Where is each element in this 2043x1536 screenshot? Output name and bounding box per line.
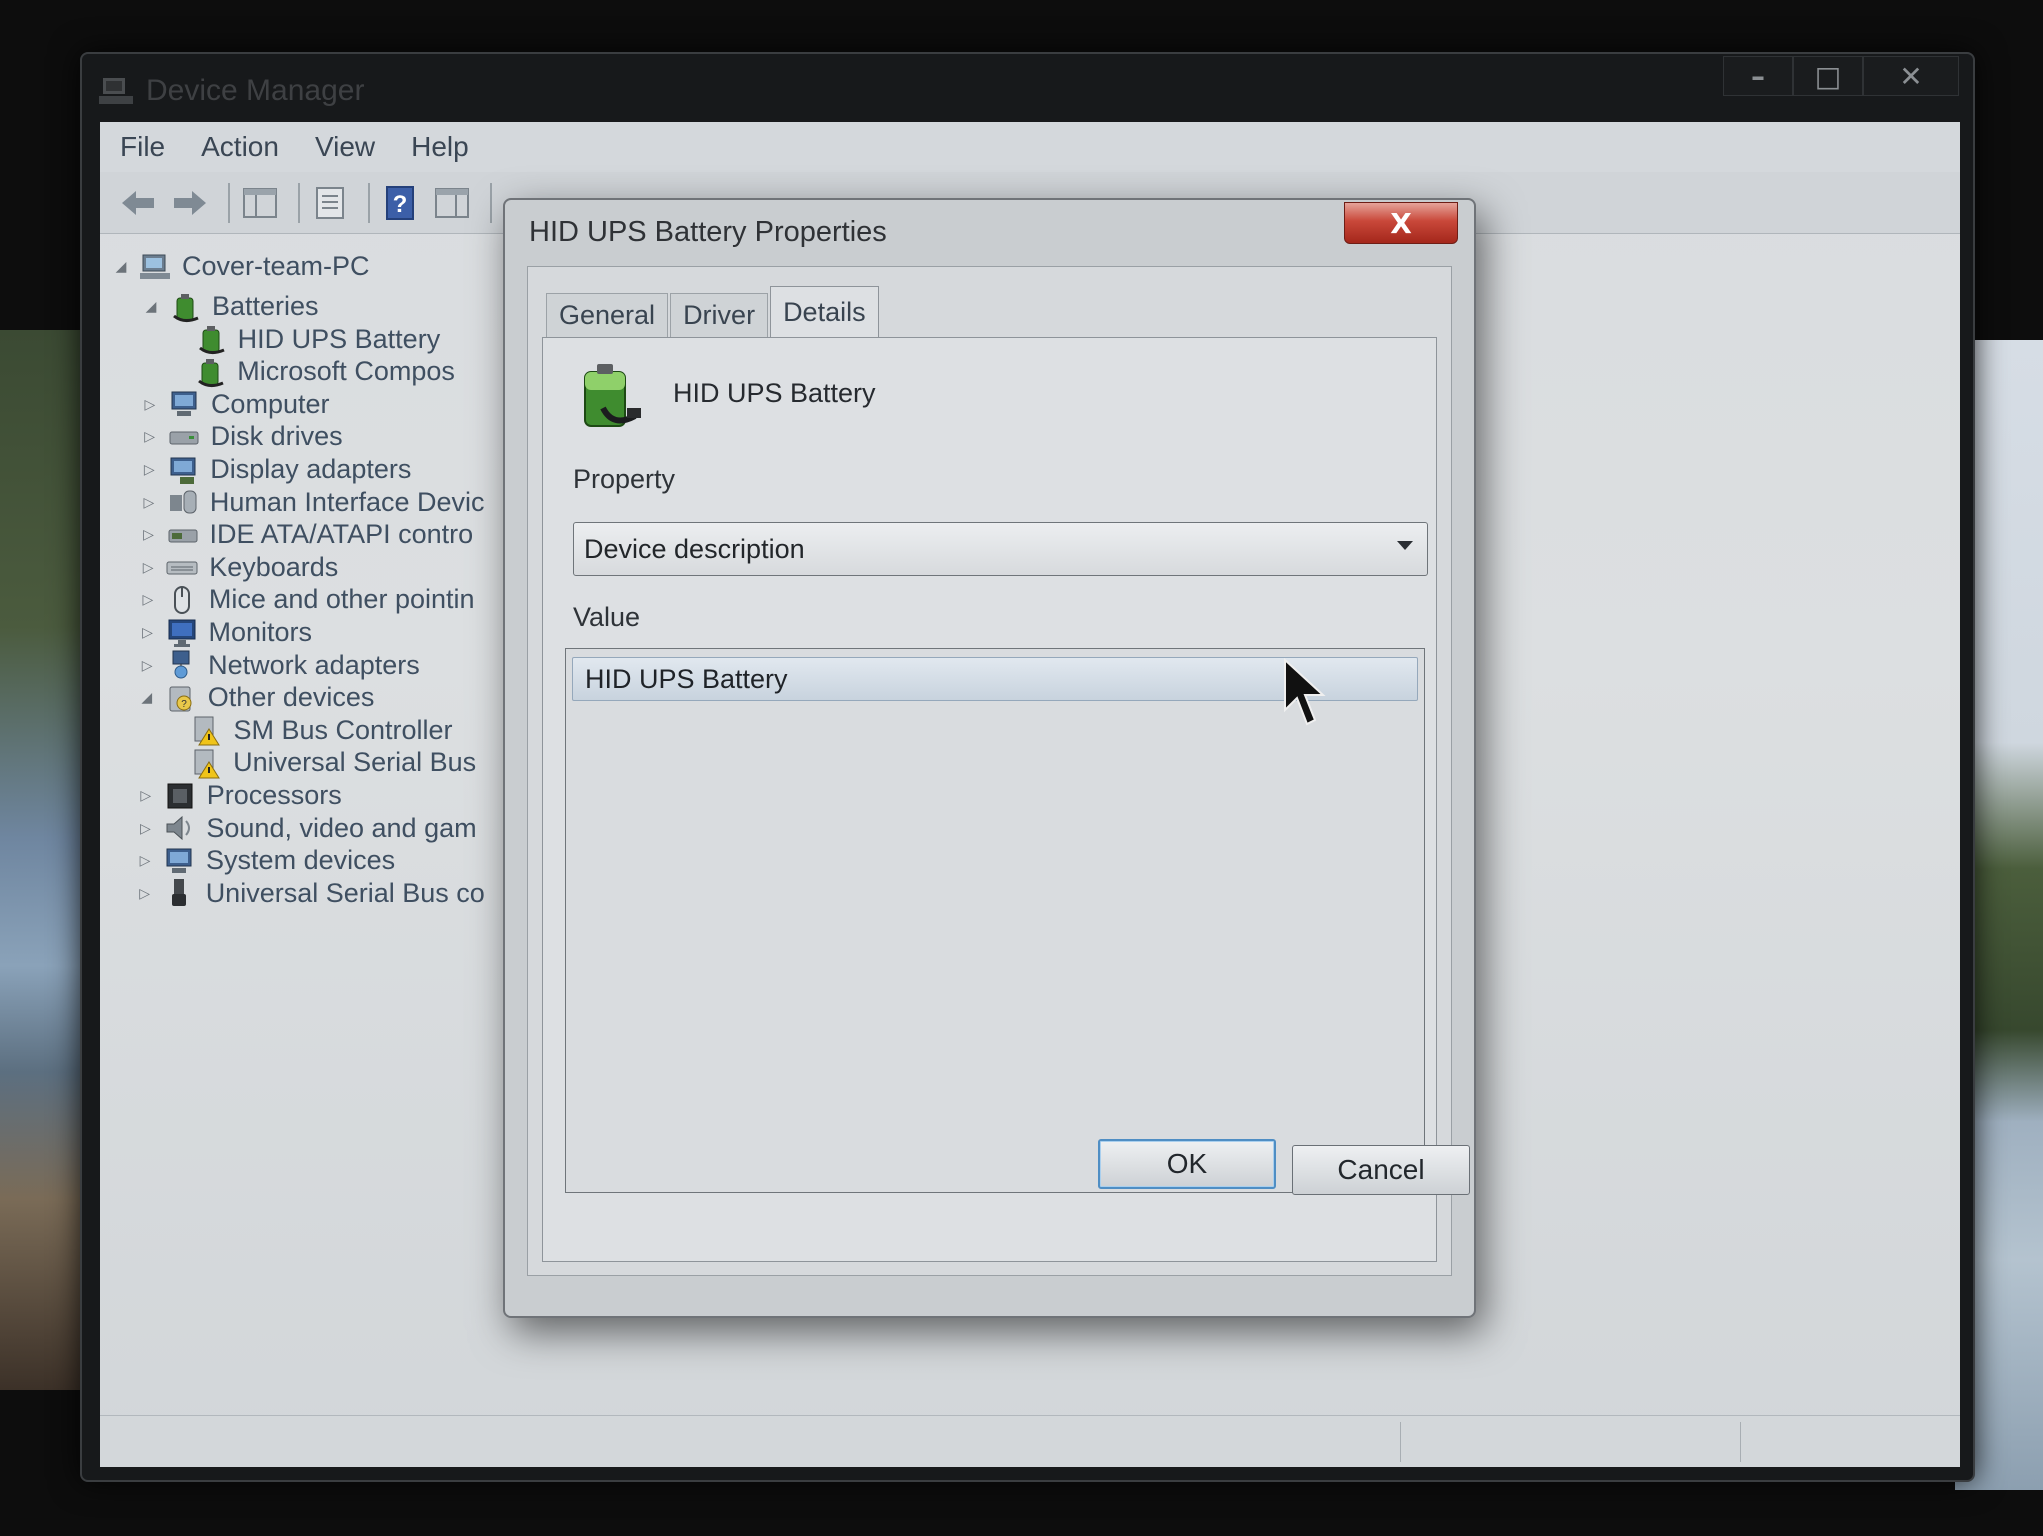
status-bar xyxy=(100,1415,1960,1467)
tree-item-label: Keyboards xyxy=(209,551,339,582)
tree-item-label: Monitors xyxy=(208,617,313,647)
tree-item-label: Processors xyxy=(206,780,342,810)
usb-icon xyxy=(171,879,186,907)
expand-arrow-icon[interactable]: ▷ xyxy=(139,624,157,641)
battery-device-icon xyxy=(584,364,641,427)
expand-arrow-icon[interactable]: ▷ xyxy=(140,526,158,543)
expand-arrow-icon[interactable]: ▷ xyxy=(136,852,154,869)
tab-driver[interactable]: Driver xyxy=(670,293,769,337)
minimize-button[interactable]: – xyxy=(1723,56,1793,96)
tab-details[interactable]: Details xyxy=(770,286,879,338)
dialog-close-button[interactable]: X xyxy=(1344,202,1458,244)
menu-action[interactable]: Action xyxy=(201,131,279,163)
dropdown-arrow-icon xyxy=(1397,541,1413,550)
show-hide-console-tree-button[interactable] xyxy=(238,181,282,225)
close-button[interactable]: ✕ xyxy=(1863,56,1959,96)
tree-item-label: Other devices xyxy=(207,682,375,713)
forward-button[interactable] xyxy=(168,181,212,225)
tree-root-label: Cover-team-PC xyxy=(182,250,370,281)
collapse-arrow-icon[interactable]: ◢ xyxy=(138,689,156,706)
expand-arrow-icon[interactable]: ▷ xyxy=(136,885,154,902)
device-manager-title: Device Manager xyxy=(146,74,365,107)
properties-button[interactable] xyxy=(308,181,352,225)
menu-help[interactable]: Help xyxy=(411,131,469,163)
dialog-title: HID UPS Battery Properties xyxy=(529,216,887,248)
action-pane-button[interactable] xyxy=(430,181,474,225)
tree-item-label: Mice and other pointin xyxy=(208,584,475,615)
mouse-cursor-icon xyxy=(1284,658,1326,726)
tree-item-label: HID UPS Battery xyxy=(237,323,441,354)
help-button[interactable]: ? xyxy=(378,181,422,225)
tree-item-label: IDE ATA/ATAPI contro xyxy=(209,519,474,550)
details-panel: HID UPS Battery Property Device descript… xyxy=(542,337,1437,1262)
cancel-button[interactable]: Cancel xyxy=(1292,1145,1470,1195)
tree-root-row[interactable]: ◢ Cover-team-PC xyxy=(112,246,370,286)
property-dropdown-value: Device description xyxy=(584,533,805,564)
tree-item-label: Universal Serial Bus co xyxy=(205,877,485,908)
expand-arrow-icon[interactable]: ▷ xyxy=(136,820,154,837)
expand-arrow-icon[interactable]: ▷ xyxy=(137,787,155,804)
action-pane-icon xyxy=(435,187,469,218)
tree-item-label: Disk drives xyxy=(210,421,343,452)
ok-button[interactable]: OK xyxy=(1098,1139,1276,1189)
forward-arrow-icon xyxy=(174,190,206,215)
expand-arrow-icon[interactable]: ▷ xyxy=(141,396,159,413)
back-button[interactable] xyxy=(116,181,160,225)
property-dropdown[interactable]: Device description xyxy=(573,522,1428,576)
tree-item-label: Computer xyxy=(210,388,330,419)
expand-arrow-icon[interactable]: ▷ xyxy=(141,428,159,445)
console-tree-icon xyxy=(243,187,277,218)
device-name: HID UPS Battery xyxy=(673,378,876,408)
computer-icon xyxy=(140,254,170,279)
tree-item[interactable]: ▷ Universal Serial Bus co xyxy=(136,873,485,913)
toolbar-separator xyxy=(490,182,492,223)
toolbar-separator xyxy=(368,182,370,223)
properties-icon xyxy=(316,186,344,219)
tree-item-label: Network adapters xyxy=(208,649,420,680)
help-icon: ? xyxy=(386,185,414,220)
toolbar-separator xyxy=(228,182,230,223)
menu-view[interactable]: View xyxy=(315,131,375,163)
window-controls: – □ ✕ xyxy=(1723,56,1959,96)
tree-item-label: Universal Serial Bus xyxy=(233,747,477,778)
expand-arrow-icon[interactable]: ▷ xyxy=(139,559,157,576)
status-divider xyxy=(1740,1422,1741,1462)
tree-item-label: System devices xyxy=(206,845,396,876)
device-manager-icon xyxy=(99,78,133,104)
dialog-body: General Driver Details HID UPS Battery P… xyxy=(527,266,1470,1276)
svg-text:?: ? xyxy=(181,699,187,710)
maximize-button[interactable]: □ xyxy=(1793,56,1863,96)
expand-arrow-icon[interactable]: ▷ xyxy=(140,461,158,478)
tab-general[interactable]: General xyxy=(546,293,669,337)
tree-item-label: Microsoft Compos xyxy=(237,356,455,387)
property-label: Property xyxy=(573,464,676,494)
device-tree: ◢ Cover-team-PC ◢ Batteries HID UPS Batter… xyxy=(100,238,520,1338)
svg-text:?: ? xyxy=(393,191,408,218)
tree-item-label: SM Bus Controller xyxy=(233,714,453,745)
tree-item-label: Human Interface Devic xyxy=(209,486,485,517)
collapse-arrow-icon[interactable]: ◢ xyxy=(112,258,130,275)
device-manager-titlebar[interactable]: Device Manager – □ ✕ xyxy=(82,54,1973,124)
properties-dialog: HID UPS Battery Properties X General Dri… xyxy=(503,198,1476,1318)
collapse-arrow-icon[interactable]: ◢ xyxy=(142,298,160,315)
tab-strip: General Driver Details xyxy=(546,285,881,338)
toolbar-separator xyxy=(298,182,300,223)
expand-arrow-icon[interactable]: ▷ xyxy=(138,657,156,674)
menu-bar: File Action View Help xyxy=(100,122,1960,172)
back-arrow-icon xyxy=(122,190,154,215)
tree-item-label: Sound, video and gam xyxy=(206,812,477,843)
status-divider xyxy=(1400,1422,1401,1462)
menu-file[interactable]: File xyxy=(120,131,165,163)
tree-item-label: Batteries xyxy=(212,291,319,321)
expand-arrow-icon[interactable]: ▷ xyxy=(140,494,158,511)
desktop-wallpaper-left xyxy=(0,330,90,1390)
value-label: Value xyxy=(573,602,641,632)
expand-arrow-icon[interactable]: ▷ xyxy=(139,591,157,608)
tree-item-label: Display adapters xyxy=(210,454,412,484)
